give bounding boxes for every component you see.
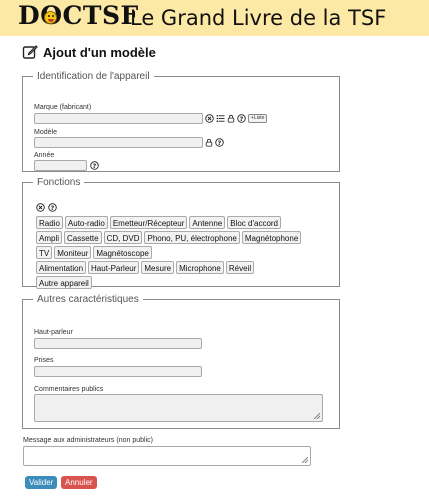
function-tag[interactable]: Bloc d'accord [227,216,282,229]
function-tag[interactable]: Cassette [64,231,102,244]
resize-grip-icon[interactable] [302,457,308,463]
edit-icon [22,45,38,59]
help-icon[interactable]: ? [90,161,99,170]
svg-text:?: ? [240,116,244,123]
fonctions-fieldset: Fonctions ? Radio Auto-radio Emetteur/Ré… [22,177,340,289]
haut-parleur-input[interactable] [34,338,202,349]
validate-button[interactable]: Valider [25,476,58,489]
function-tag[interactable]: Magnétophone [241,231,302,244]
list-icon[interactable] [216,114,225,123]
help-icon[interactable]: ? [237,114,246,123]
function-tag[interactable]: Alimentation [36,261,87,274]
comments-textarea[interactable] [34,394,323,422]
add-list-button[interactable]: +Liste [248,114,268,123]
haut-parleur-label: Haut-parleur [34,329,73,336]
function-tag[interactable]: Emetteur/Récepteur [109,216,188,229]
autres-legend: Autres caractéristiques [37,294,139,305]
identification-legend: Identification de l'appareil [37,71,150,82]
prises-input[interactable] [34,366,202,377]
lock-icon[interactable] [205,138,213,147]
circle-x-icon[interactable] [36,203,45,212]
function-row-1: Radio Auto-radio Emetteur/Récepteur Ante… [36,216,282,229]
svg-text:?: ? [51,205,55,212]
function-tag[interactable]: Magnétoscope [93,246,152,259]
marque-label: Marque (fabricant) [34,104,92,111]
function-tag[interactable]: Mesure [141,261,175,274]
function-tag[interactable]: Moniteur [54,246,92,259]
function-row-3: TV Moniteur Magnétoscope [36,246,152,259]
page-heading: Ajout d'un modèle [22,44,156,60]
annee-input[interactable] [34,160,87,171]
lock-icon[interactable] [227,114,235,123]
help-icon[interactable]: ? [48,203,57,212]
marque-input[interactable] [34,113,203,124]
function-tag[interactable]: Phono, PU, électrophone [144,231,240,244]
function-tag[interactable]: Autre appareil [36,276,92,289]
modele-input[interactable] [34,137,203,148]
annee-label: Année [34,152,55,159]
function-tag[interactable]: Réveil [225,261,255,274]
site-logo[interactable]: DOCTSF [18,1,139,30]
site-header: DOCTSF Le Grand Livre de la TSF [0,0,429,36]
function-row-4: Alimentation Haut-Parleur Mesure Microph… [36,261,255,274]
clear-marque-icon[interactable] [205,114,214,123]
function-tag[interactable]: Haut-Parleur [88,261,140,274]
function-tag[interactable]: Auto-radio [64,216,108,229]
page-title: Ajout d'un modèle [43,44,156,60]
function-tag[interactable]: TV [36,246,53,259]
identification-fieldset: Identification de l'appareil Marque (fab… [22,71,340,172]
function-row-2: Ampli Cassette CD, DVD Phono, PU, électr… [36,231,302,244]
function-row-5: Autre appareil [36,276,92,289]
admin-message-textarea[interactable] [23,446,311,466]
function-tag[interactable]: CD, DVD [103,231,143,244]
svg-text:?: ? [218,140,222,147]
cancel-button[interactable]: Annuler [61,476,97,489]
site-title: Le Grand Livre de la TSF [130,6,387,30]
function-tag[interactable]: Microphone [176,261,224,274]
comments-label: Commentaires publics [34,386,104,393]
fonctions-legend: Fonctions [37,177,81,188]
function-tag[interactable]: Radio [36,216,63,229]
prises-label: Prises [34,357,54,364]
modele-label: Modèle [34,129,57,136]
admin-message-label: Message aux administrateurs (non public) [23,437,153,444]
autres-fieldset: Autres caractéristiques Haut-parleur Pri… [22,294,340,429]
function-tag[interactable]: Ampli [36,231,63,244]
function-tag[interactable]: Antenne [189,216,226,229]
svg-text:?: ? [93,163,97,170]
help-icon[interactable]: ? [215,138,224,147]
resize-grip-icon[interactable] [314,413,320,419]
